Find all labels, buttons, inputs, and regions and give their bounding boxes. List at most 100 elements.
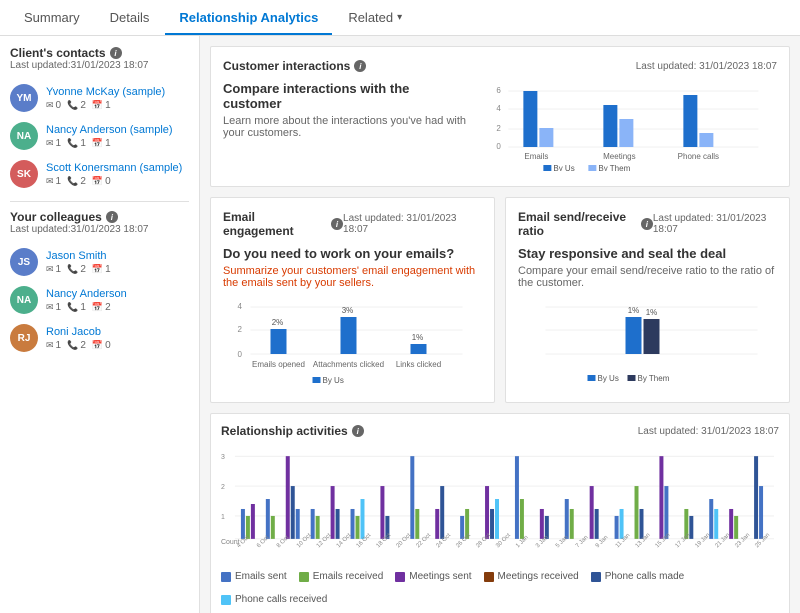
- customer-interactions-text: Compare interactions with the customer L…: [223, 81, 470, 174]
- contact-stats: ✉1📞1📅2: [46, 302, 189, 313]
- contact-info: Jason Smith ✉1 📞2 📅1: [46, 250, 189, 275]
- colleagues-title: Your colleagues i: [10, 210, 189, 224]
- legend-dot-emails-received: [299, 572, 309, 582]
- svg-text:Links clicked: Links clicked: [396, 360, 441, 369]
- middle-row: Email engagement i Last updated: 31/01/2…: [210, 197, 790, 403]
- svg-text:6: 6: [497, 86, 502, 95]
- contact-stat: 📞1: [67, 138, 86, 149]
- svg-text:1%: 1%: [628, 306, 640, 315]
- contact-item[interactable]: NANancy Anderson (sample)✉1📞1📅1: [10, 117, 189, 155]
- contact-stat: 📅1: [92, 264, 111, 275]
- email-engagement-subtitle: Do you need to work on your emails?: [223, 246, 482, 261]
- legend-emails-sent: Emails sent: [221, 571, 287, 582]
- svg-text:By Us: By Us: [598, 374, 619, 383]
- contact-name[interactable]: Roni Jacob: [46, 326, 189, 338]
- legend-dot-meetings-received: [484, 572, 494, 582]
- contact-item[interactable]: JS Jason Smith ✉1 📞2 📅1: [10, 243, 189, 281]
- customer-interactions-title: Customer interactions i: [223, 59, 366, 73]
- contact-item[interactable]: NANancy Anderson✉1📞1📅2: [10, 281, 189, 319]
- svg-text:2: 2: [238, 325, 243, 334]
- clients-info-icon[interactable]: i: [110, 47, 122, 59]
- contact-name[interactable]: Nancy Anderson: [46, 288, 189, 300]
- customer-interactions-updated: Last updated: 31/01/2023 18:07: [636, 61, 777, 72]
- email-send-receive-subtitle: Stay responsive and seal the deal: [518, 246, 777, 261]
- email-send-receive-info-icon[interactable]: i: [641, 218, 653, 230]
- tab-details[interactable]: Details: [96, 2, 164, 35]
- email-engagement-info-icon[interactable]: i: [331, 218, 343, 230]
- colleagues-updated: Last updated:31/01/2023 18:07: [10, 224, 189, 235]
- contact-stat: 📞2: [67, 264, 86, 275]
- contact-stat: 📅1: [92, 100, 111, 111]
- svg-text:7 Jan: 7 Jan: [575, 535, 590, 550]
- email-send-receive-desc: Compare your email send/receive ratio to…: [518, 265, 777, 289]
- contact-item[interactable]: YMYvonne McKay (sample)✉0📞2📅1: [10, 79, 189, 117]
- svg-text:Meetings: Meetings: [603, 152, 635, 161]
- contact-name[interactable]: Yvonne McKay (sample): [46, 86, 189, 98]
- email-engagement-header: Email engagement i Last updated: 31/01/2…: [223, 210, 482, 238]
- contact-stat: ✉1: [46, 340, 61, 351]
- contact-stats: ✉1📞1📅1: [46, 138, 189, 149]
- customer-interactions-info-icon[interactable]: i: [354, 60, 366, 72]
- svg-text:3%: 3%: [342, 306, 354, 315]
- email-send-receive-svg: 1% 1% By Us By Them: [518, 297, 777, 387]
- avatar: NA: [10, 286, 38, 314]
- tab-summary[interactable]: Summary: [10, 2, 94, 35]
- legend-emails-received: Emails received: [299, 571, 384, 582]
- svg-text:19 Jan: 19 Jan: [694, 532, 711, 549]
- tab-related[interactable]: Related ▾: [334, 2, 416, 35]
- contact-stat: ✉1: [46, 264, 61, 275]
- contact-stat: 📅0: [92, 340, 111, 351]
- contact-stat: 📅2: [92, 302, 111, 313]
- contact-stat: 📞2: [67, 100, 86, 111]
- avatar: RJ: [10, 324, 38, 352]
- svg-text:0: 0: [497, 142, 502, 151]
- contact-stat: ✉1: [46, 176, 61, 187]
- contact-stats: ✉0 📞2 📅1: [46, 100, 189, 111]
- svg-text:1%: 1%: [412, 333, 424, 342]
- legend-phone-calls-made: Phone calls made: [591, 571, 685, 582]
- customer-interactions-card: Customer interactions i Last updated: 31…: [210, 46, 790, 187]
- relationship-activities-updated: Last updated: 31/01/2023 18:07: [638, 426, 779, 437]
- svg-text:20 Oct: 20 Oct: [396, 532, 413, 549]
- avatar: JS: [10, 248, 38, 276]
- svg-text:By Them: By Them: [638, 374, 670, 383]
- contact-name[interactable]: Nancy Anderson (sample): [46, 124, 189, 136]
- svg-text:28 Oct: 28 Oct: [475, 532, 492, 549]
- contact-stat: 📞2: [67, 176, 86, 187]
- legend-dot-emails-sent: [221, 572, 231, 582]
- contact-info: Roni Jacob ✉1 📞2 📅0: [46, 326, 189, 351]
- contact-stat: 📞2: [67, 340, 86, 351]
- svg-text:3 Jan: 3 Jan: [535, 535, 550, 550]
- clients-updated: Last updated:31/01/2023 18:07: [10, 60, 189, 71]
- colleagues-info-icon[interactable]: i: [106, 211, 118, 223]
- svg-text:5 Jan: 5 Jan: [555, 535, 570, 550]
- svg-text:Emails opened: Emails opened: [252, 360, 305, 369]
- relationship-activities-card: Relationship activities i Last updated: …: [210, 413, 790, 613]
- svg-text:4: 4: [238, 302, 243, 311]
- tab-bar: Summary Details Relationship Analytics R…: [0, 0, 800, 36]
- email-send-receive-card: Email send/receive ratio i Last updated:…: [505, 197, 790, 403]
- contact-info: Nancy Anderson✉1📞1📅2: [46, 288, 189, 313]
- sidebar: Client's contacts i Last updated:31/01/2…: [0, 36, 200, 613]
- contact-name[interactable]: Jason Smith: [46, 250, 189, 262]
- chevron-down-icon: ▾: [397, 12, 402, 23]
- relationship-activities-info-icon[interactable]: i: [352, 425, 364, 437]
- email-engagement-svg: 4 2 0 2% Emails opened 3% Attachments cl…: [223, 297, 482, 387]
- email-send-receive-header: Email send/receive ratio i Last updated:…: [518, 210, 777, 238]
- contact-stat: ✉0: [46, 100, 61, 111]
- email-send-receive-updated: Last updated: 31/01/2023 18:07: [653, 213, 777, 235]
- contact-item[interactable]: RJ Roni Jacob ✉1 📞2 📅0: [10, 319, 189, 357]
- contact-stat: 📅1: [92, 138, 111, 149]
- svg-text:17 Jan: 17 Jan: [675, 532, 692, 549]
- email-engagement-updated: Last updated: 31/01/2023 18:07: [343, 213, 482, 235]
- contact-item[interactable]: SKScott Konersmann (sample)✉1📞2📅0: [10, 155, 189, 193]
- contact-stat: 📞1: [67, 302, 86, 313]
- svg-text:1%: 1%: [646, 308, 658, 317]
- contact-name[interactable]: Scott Konersmann (sample): [46, 162, 189, 174]
- contact-info: Scott Konersmann (sample)✉1📞2📅0: [46, 162, 189, 187]
- tab-relationship-analytics[interactable]: Relationship Analytics: [165, 2, 332, 35]
- customer-interactions-desc: Learn more about the interactions you've…: [223, 115, 470, 139]
- relationship-activities-svg: 3 2 1 Count: [221, 444, 779, 564]
- svg-text:By Them: By Them: [599, 164, 631, 171]
- relationship-activities-header: Relationship activities i Last updated: …: [221, 424, 779, 438]
